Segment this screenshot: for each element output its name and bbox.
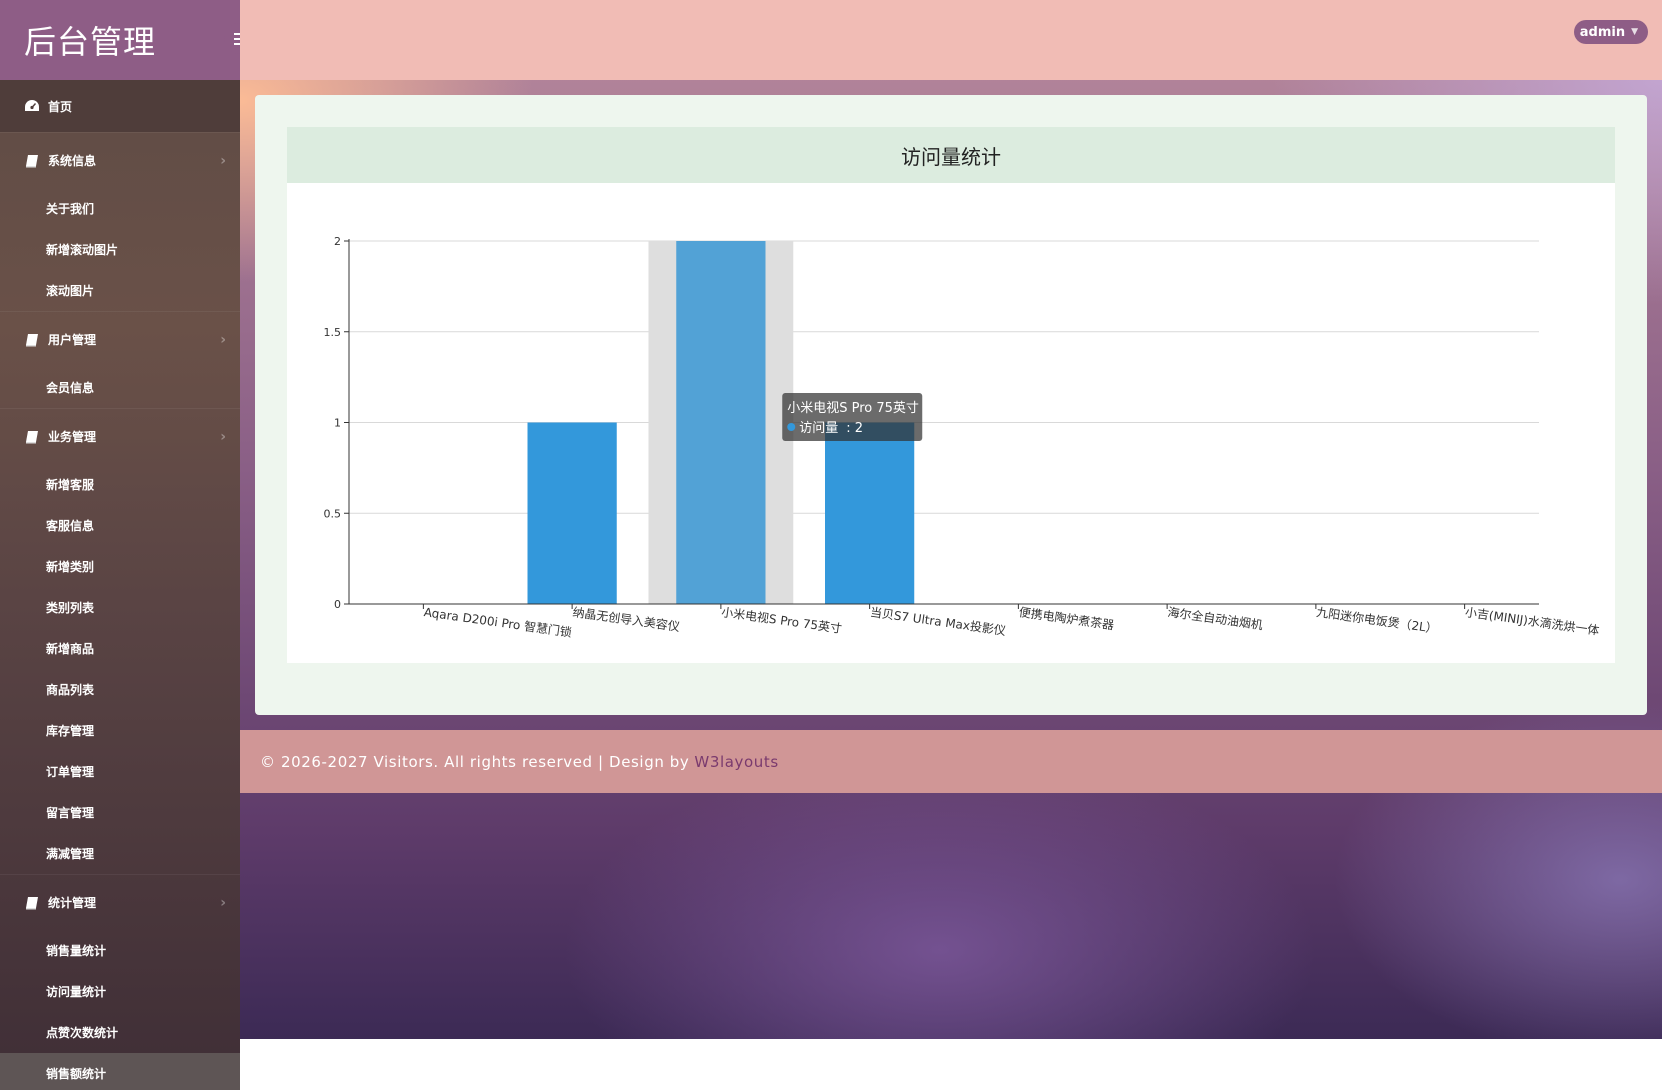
sidebar-item[interactable]: 新增滚动图片 [0, 229, 240, 270]
book-icon [26, 154, 38, 167]
x-tick-label: 小米电视S Pro 75英寸 [720, 604, 842, 636]
chevron-right-icon: › [220, 152, 226, 169]
sidebar-item[interactable]: 新增类别 [0, 546, 240, 587]
bar-chart[interactable]: 0 0.5 1 1.5 2 Aqara D200i Pro 智慧门锁 纳晶无创导入美容仪 小米… [287, 183, 1615, 663]
sidebar-item-home[interactable]: 首页 [0, 80, 240, 132]
chevron-right-icon: › [220, 894, 226, 911]
sidebar-item[interactable]: 销售量统计 [0, 930, 240, 971]
x-tick-label: 海尔全自动油烟机 [1167, 604, 1264, 632]
sidebar-item[interactable]: 订单管理 [0, 751, 240, 792]
brand-title: 后台管理 [24, 23, 157, 61]
sidebar-item[interactable]: 满减管理 [0, 833, 240, 874]
footer-text: © 2026-2027 Visitors. All rights reserve… [260, 752, 690, 771]
y-tick-label: 2 [334, 235, 341, 248]
x-tick-label: 当贝S7 Ultra Max投影仪 [869, 604, 1007, 638]
sidebar-item[interactable]: 新增商品 [0, 628, 240, 669]
sidebar-section-label: 业务管理 [48, 430, 97, 444]
x-tick-label: Aqara D200i Pro 智慧门锁 [423, 604, 573, 640]
book-icon [26, 333, 38, 346]
sidebar-section[interactable]: 用户管理 › [0, 311, 240, 367]
user-menu-button[interactable]: admin ▼ [1573, 20, 1648, 44]
sidebar-item[interactable]: 库存管理 [0, 710, 240, 751]
sidebar-item[interactable]: 类别列表 [0, 587, 240, 628]
chevron-right-icon: › [220, 428, 226, 445]
chart-card-header: 访问量统计 [287, 127, 1615, 183]
x-tick-label: 便携电陶炉煮茶器 [1018, 604, 1115, 632]
brand-bar: 后台管理 [0, 0, 255, 80]
caret-down-icon: ▼ [1631, 27, 1638, 37]
sidebar-item[interactable]: 点赞次数统计 [0, 1012, 240, 1053]
sidebar-item[interactable]: 关于我们 [0, 188, 240, 229]
x-tick-label: 小吉(MINIJ)水滴洗烘一体 [1464, 604, 1600, 638]
y-tick-label: 0.5 [324, 507, 342, 520]
chevron-right-icon: › [220, 331, 226, 348]
user-name: admin [1579, 24, 1626, 40]
book-icon [26, 896, 38, 909]
sidebar-item[interactable]: 会员信息 [0, 367, 240, 408]
y-tick-label: 1.5 [324, 326, 342, 339]
main-panel: 访问量统计 0 0.5 1 1.5 2 Aqara D200i Pro 智慧门锁 纳晶无创导… [255, 95, 1647, 715]
chart-area: 0 0.5 1 1.5 2 Aqara D200i Pro 智慧门锁 纳晶无创导入美容仪 小米… [287, 183, 1615, 663]
book-icon [26, 430, 38, 443]
chart-title: 访问量统计 [901, 144, 1001, 169]
sidebar-section[interactable]: 统计管理 › [0, 874, 240, 930]
chart-card: 访问量统计 0 0.5 1 1.5 2 Aqara D200i Pro 智慧门锁 纳晶无创导… [287, 127, 1615, 663]
bar [825, 422, 915, 604]
footer: © 2026-2027 Visitors. All rights reserve… [240, 730, 1662, 793]
tooltip-value: : 2 [846, 421, 863, 436]
sidebar-item-label: 首页 [48, 99, 73, 114]
sidebar-section-label: 统计管理 [48, 896, 97, 910]
bar [676, 241, 766, 604]
sidebar-item[interactable]: 销售额统计 [0, 1053, 240, 1090]
sidebar-item[interactable]: 商品列表 [0, 669, 240, 710]
footer-link[interactable]: W3layouts [694, 753, 778, 771]
x-tick-label: 九阳迷你电饭煲（2L） [1315, 604, 1438, 636]
sidebar-section[interactable]: 系统信息 › [0, 132, 240, 188]
sidebar-section-label: 系统信息 [48, 154, 97, 168]
dashboard-icon [25, 100, 39, 111]
x-tick-label: 纳晶无创导入美容仪 [572, 604, 681, 634]
sidebar-item[interactable]: 滚动图片 [0, 270, 240, 311]
sidebar-nav: 系统信息 › 关于我们 新增滚动图片 滚动图片用户管理 › 会员信息业务管理 › 新增客服 客服信… [0, 132, 240, 1090]
y-tick-label: 0 [334, 598, 341, 611]
sidebar-section[interactable]: 业务管理 › [0, 408, 240, 464]
sidebar-item[interactable]: 客服信息 [0, 505, 240, 546]
sidebar: 后台管理 首页 系统信息 › 关于我们 新增滚动图片 滚动图片 用户管理 › 会员信息 业务管理… [0, 0, 255, 1090]
bar [527, 422, 617, 604]
sidebar-item[interactable]: 新增客服 [0, 464, 240, 505]
sidebar-item[interactable]: 留言管理 [0, 792, 240, 833]
sidebar-item[interactable]: 访问量统计 [0, 971, 240, 1012]
tooltip-title: 小米电视S Pro 75英寸 [787, 401, 919, 416]
top-header: admin ▼ [240, 0, 1662, 80]
y-tick-label: 1 [334, 417, 341, 430]
sidebar-section-label: 用户管理 [48, 333, 97, 347]
tooltip-marker [787, 423, 796, 431]
tooltip-series: 访问量 [799, 421, 838, 436]
